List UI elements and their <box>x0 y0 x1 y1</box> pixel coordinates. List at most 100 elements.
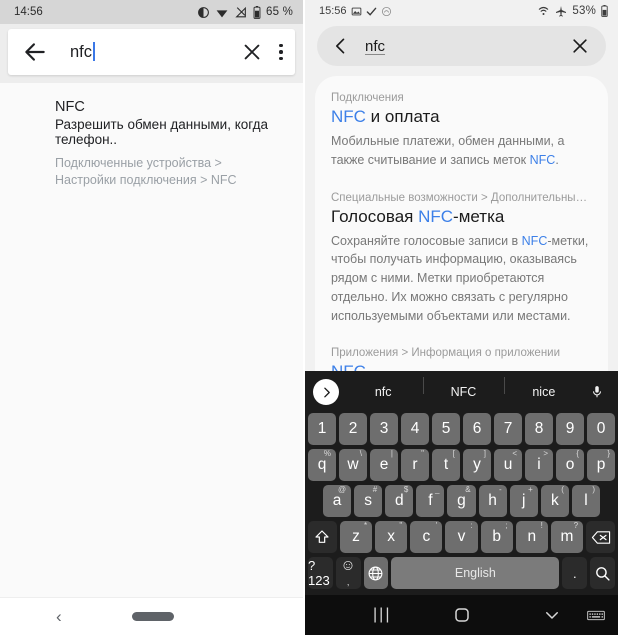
list-item[interactable]: Подключения NFC и оплата Мобильные плате… <box>331 92 592 170</box>
key-7[interactable]: 7 <box>494 413 522 445</box>
home-pill-icon[interactable] <box>131 612 174 621</box>
key-8[interactable]: 8 <box>525 413 553 445</box>
key-e-alt: | <box>390 449 393 458</box>
key-2[interactable]: 2 <box>339 413 367 445</box>
key-e[interactable]: | e <box>370 449 398 481</box>
key-6[interactable]: 6 <box>463 413 491 445</box>
result-description: Сохраняйте голосовые записи в NFC-метки,… <box>331 232 592 326</box>
result-title-highlight: NFC <box>418 206 454 226</box>
key-v-alt: : <box>470 521 473 530</box>
key-r-alt: " <box>421 449 424 458</box>
right-nav-bar: ||| <box>305 595 618 635</box>
right-search-bar[interactable]: nfc <box>317 26 606 66</box>
result-subtitle: Разрешить обмен данными, когда телефон.. <box>55 117 268 147</box>
status-time: 14:56 <box>14 6 43 18</box>
close-icon[interactable] <box>570 36 590 56</box>
battery-percent: 53% <box>572 5 596 17</box>
on-screen-keyboard: nfc NFC nice 1 2 3 4 5 6 7 8 9 0 % q \ w… <box>305 371 618 595</box>
key-b[interactable]: ; b <box>480 521 513 553</box>
do-not-disturb-icon <box>198 6 209 18</box>
key-u[interactable]: < u <box>494 449 522 481</box>
key-j-alt: + <box>528 485 533 494</box>
key-s[interactable]: # s <box>354 485 383 517</box>
chevron-right-icon[interactable] <box>313 379 339 405</box>
suggestion-2[interactable]: nice <box>503 377 584 399</box>
key-c-alt: ' <box>435 521 438 530</box>
key-t[interactable]: [t <box>432 449 460 481</box>
suggestion-1[interactable]: NFC <box>423 377 503 399</box>
result-title: Голосовая NFC-метка <box>331 207 592 227</box>
list-item[interactable]: NFC Разрешить обмен данными, когда телеф… <box>55 99 289 189</box>
key-l[interactable]: ) l <box>571 485 600 517</box>
key-w[interactable]: \ w <box>339 449 367 481</box>
key-p[interactable]: } p <box>587 449 615 481</box>
key-v[interactable]: :v <box>445 521 478 553</box>
key-j[interactable]: + j <box>509 485 538 517</box>
desc-highlight: NFC <box>529 152 556 167</box>
key-f[interactable]: _ f <box>416 485 445 517</box>
left-search-bar[interactable]: nfc <box>8 29 295 75</box>
text-caret <box>93 42 96 61</box>
list-item[interactable]: Специальные возможности > Дополнительные… <box>331 192 592 326</box>
key-g[interactable]: & g <box>447 485 476 517</box>
shift-icon[interactable] <box>308 521 337 553</box>
back-arrow-icon[interactable] <box>22 39 48 65</box>
key-h-alt: - <box>498 485 502 494</box>
back-chevron-icon[interactable]: ‹ <box>56 607 62 627</box>
suggestion-bar: nfc NFC nice <box>305 371 618 413</box>
key-r[interactable]: " r <box>401 449 429 481</box>
key-k[interactable]: (k <box>540 485 569 517</box>
key-a[interactable]: @ a <box>323 485 352 517</box>
search-input[interactable]: nfc <box>365 38 570 55</box>
right-phone-screen: 15:56 53% nfc Подключения NFC и оплата М… <box>305 0 618 635</box>
key-x[interactable]: " x <box>375 521 408 553</box>
period-key[interactable]: . <box>562 557 588 589</box>
signal-off-icon <box>235 6 246 17</box>
battery-icon <box>601 5 608 17</box>
key-o[interactable]: {o <box>556 449 584 481</box>
key-5[interactable]: 5 <box>432 413 460 445</box>
back-chevron-icon[interactable] <box>331 36 351 56</box>
key-4[interactable]: 4 <box>401 413 429 445</box>
key-d-alt: $ <box>403 485 409 494</box>
key-m[interactable]: ? m <box>550 521 584 553</box>
key-i-alt: > <box>543 449 548 458</box>
key-q-alt: % <box>323 449 331 458</box>
key-h[interactable]: -h <box>478 485 507 517</box>
key-g-alt: & <box>465 485 471 494</box>
hide-keyboard-icon[interactable] <box>543 606 561 624</box>
key-y[interactable]: ] y <box>463 449 491 481</box>
key-3[interactable]: 3 <box>370 413 398 445</box>
key-1[interactable]: 1 <box>308 413 336 445</box>
key-i[interactable]: > i <box>525 449 553 481</box>
key-z[interactable]: * z <box>339 521 373 553</box>
search-icon[interactable] <box>590 557 615 589</box>
home-icon[interactable] <box>453 606 471 624</box>
status-time: 15:56 <box>319 5 347 17</box>
emoji-icon <box>343 560 354 571</box>
language-globe-icon[interactable] <box>363 557 389 589</box>
key-w-alt: \ <box>359 449 362 458</box>
key-l-alt: ) <box>592 485 595 494</box>
microphone-icon[interactable] <box>584 384 610 400</box>
close-icon[interactable] <box>241 41 263 63</box>
recents-icon[interactable]: ||| <box>373 606 391 624</box>
key-9[interactable]: 9 <box>556 413 584 445</box>
key-0[interactable]: 0 <box>587 413 615 445</box>
keyboard-row-3: * z " x ' c :v ; b ! n ? m <box>305 521 618 553</box>
suggestion-0[interactable]: nfc <box>343 385 423 399</box>
space-key[interactable]: English <box>391 557 560 589</box>
backspace-icon[interactable] <box>586 521 615 553</box>
comma-emoji-key[interactable]: , <box>335 557 361 589</box>
search-input[interactable]: nfc <box>70 42 241 62</box>
key-x-alt: " <box>399 521 403 530</box>
key-q[interactable]: % q <box>308 449 336 481</box>
key-u-alt: < <box>512 449 517 458</box>
keyboard-switch-icon[interactable] <box>587 609 605 622</box>
key-c[interactable]: ' c <box>410 521 443 553</box>
symbols-key[interactable]: ?123 <box>308 557 333 589</box>
key-d[interactable]: $ d <box>385 485 414 517</box>
result-breadcrumb: Подключения <box>331 92 404 104</box>
overflow-menu-icon[interactable] <box>279 43 283 61</box>
key-n[interactable]: ! n <box>515 521 548 553</box>
